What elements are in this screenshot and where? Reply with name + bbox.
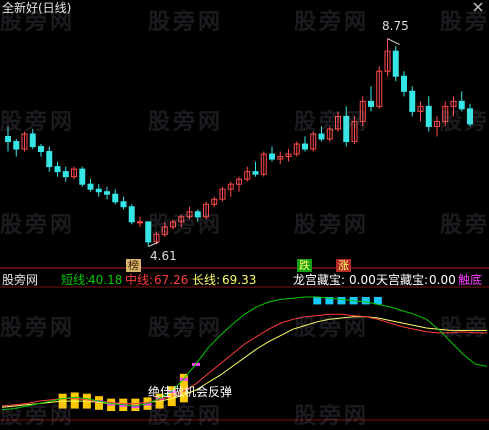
candle-down (112, 193, 119, 203)
chart-canvas (0, 38, 489, 421)
mid-line (1, 313, 487, 407)
candle-down (62, 171, 69, 178)
candle-down (302, 143, 308, 150)
mid-label: 中线: (125, 273, 154, 287)
top-zone-bar (361, 296, 370, 305)
candle-down (318, 133, 325, 140)
high-price-label: 8.75 (382, 19, 409, 33)
top-zone-bar (337, 296, 346, 305)
sky-label: 天宫藏宝: (376, 273, 429, 287)
marker-zhang: 涨 (336, 259, 351, 272)
candle-down (29, 133, 36, 148)
short-value: 40.18 (88, 273, 123, 287)
candle-down (5, 135, 11, 143)
rebound-text: 绝佳做机会反弹 (148, 385, 233, 399)
candle-up (137, 221, 143, 224)
dragon-value: 0.00 (349, 273, 376, 287)
candle-down (46, 151, 53, 168)
bottom-zone-bar (131, 398, 140, 412)
short-label: 短线: (61, 273, 90, 287)
low-leader (148, 241, 159, 247)
marker-bang: 榜 (126, 259, 141, 272)
candle-down (392, 50, 399, 77)
candle-down (87, 183, 94, 190)
dragon-label: 龙宫藏宝: (293, 273, 346, 287)
candle-down (401, 75, 407, 92)
marker-die: 跌 (297, 259, 312, 272)
chart-title: 全新好(日线) (2, 1, 72, 15)
long-value: 69.33 (222, 273, 257, 287)
candle-down (104, 191, 110, 195)
candle-down (409, 90, 416, 112)
candle-down (467, 108, 473, 125)
candle-down (38, 146, 44, 153)
candle-down (128, 206, 135, 223)
candle-down (269, 153, 275, 160)
candle-down (95, 188, 102, 193)
candle-down (13, 141, 20, 150)
sky-value: 0.00 (429, 273, 456, 287)
candle-down (145, 221, 152, 243)
candle-down (54, 166, 61, 173)
low-price-label: 4.61 (150, 249, 177, 263)
top-zone-bar (373, 296, 382, 305)
top-zone-bar (313, 296, 322, 305)
candle-down (458, 100, 465, 110)
high-leader (387, 38, 400, 46)
candle-down (343, 115, 350, 143)
mid-value: 67.26 (154, 273, 189, 287)
candle-down (79, 168, 86, 185)
long-label: 长线: (192, 273, 221, 287)
candle-down (194, 211, 201, 218)
candle-down (120, 201, 127, 208)
kline-chart (0, 0, 489, 425)
candle-down (252, 171, 259, 175)
bottom-zone-bar (70, 392, 79, 409)
indicator-name: 股旁网 (2, 273, 39, 287)
candle-down (368, 100, 374, 107)
close-x-icon[interactable] (473, 2, 483, 12)
candle-down (425, 105, 432, 127)
bottom-label: 触底 (458, 273, 483, 287)
